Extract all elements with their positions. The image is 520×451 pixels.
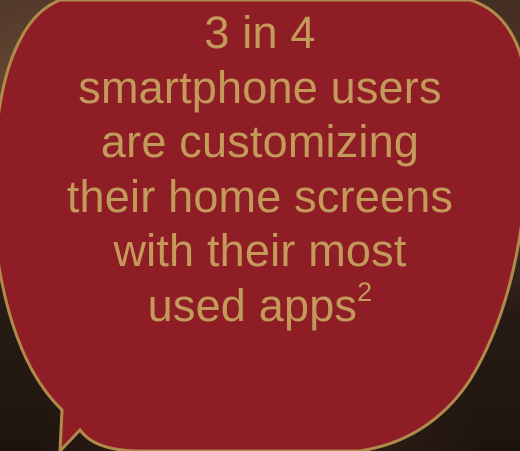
stat-line-1: 3 in 4 [204, 7, 316, 58]
stat-line-4: their home screens [66, 170, 454, 222]
stat-line-3: are customizing [100, 116, 420, 167]
footnote-marker: 2 [357, 276, 373, 307]
stat-line-6: used apps2 [0, 276, 520, 334]
stat-line-6-text: used apps [147, 279, 358, 331]
stat-line-2: smartphone users [78, 61, 442, 113]
stat-line-5: with their most [113, 225, 407, 276]
stat-quote: 3 in 4 smartphone users are customizing … [0, 6, 520, 333]
